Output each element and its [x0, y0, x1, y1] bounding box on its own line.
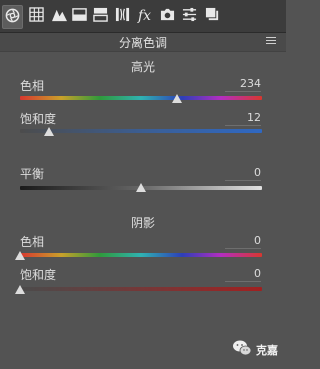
balance-value[interactable]: 0: [254, 166, 261, 179]
tool-lens-corrections[interactable]: [113, 5, 132, 27]
highlights-saturation-track[interactable]: [20, 129, 262, 133]
highlights-title: 高光: [130, 60, 155, 74]
presets-icon: [205, 7, 220, 26]
shadows-hue-track[interactable]: [20, 253, 262, 257]
tool-split-toning[interactable]: [91, 5, 110, 27]
wechat-icon: [232, 339, 252, 361]
highlights-saturation-value-underline: [225, 125, 261, 126]
mountain-icon: [52, 7, 67, 26]
panel-menu-icon[interactable]: [266, 37, 276, 46]
highlights-hue-label: 色相: [20, 79, 45, 93]
toolbar: fx: [0, 0, 286, 33]
shadows-hue-value[interactable]: 0: [254, 234, 261, 247]
shadows-title: 阴影: [130, 216, 155, 230]
highlights-hue-track[interactable]: [20, 96, 262, 100]
highlights-hue-value[interactable]: 234: [240, 77, 261, 90]
split-panel-icon: [72, 7, 87, 26]
shadows-saturation-slider-thumb[interactable]: [15, 285, 25, 294]
grid-icon: [29, 6, 44, 26]
tool-snapshots[interactable]: [203, 5, 222, 27]
shadows-hue-label: 色相: [20, 235, 45, 249]
stacked-bars-icon: [93, 7, 108, 26]
shadows-hue-slider-thumb[interactable]: [15, 251, 25, 260]
shadows-hue-value-underline: [225, 248, 261, 249]
tool-camera-calibration[interactable]: [158, 5, 177, 27]
balance-slider-thumb[interactable]: [136, 183, 146, 192]
aperture-icon: [5, 8, 20, 27]
panel-header: 分离色调: [0, 33, 286, 52]
tool-effects[interactable]: fx: [135, 5, 154, 27]
camera-icon: [160, 7, 175, 26]
balance-label: 平衡: [20, 167, 45, 181]
watermark-text: 克嘉: [256, 344, 278, 357]
lens-icon: [115, 7, 130, 26]
shadows-saturation-value-underline: [225, 281, 261, 282]
highlights-saturation-label: 饱和度: [20, 112, 57, 126]
tool-presets[interactable]: [180, 5, 199, 27]
shadows-saturation-track[interactable]: [20, 287, 262, 291]
highlights-hue-value-underline: [225, 91, 261, 92]
balance-value-underline: [225, 180, 261, 181]
fx-icon: fx: [137, 8, 152, 24]
watermark: 克嘉: [232, 339, 278, 361]
sliders-icon: [182, 7, 197, 26]
shadows-saturation-label: 饱和度: [20, 268, 57, 282]
highlights-hue-slider-thumb[interactable]: [172, 94, 183, 103]
tool-basic[interactable]: [2, 5, 23, 29]
highlights-saturation-value[interactable]: 12: [247, 111, 261, 124]
highlights-saturation-slider-thumb[interactable]: [44, 127, 55, 136]
tool-tone-curve[interactable]: [27, 5, 46, 27]
tool-detail[interactable]: [50, 5, 69, 27]
tool-hsl[interactable]: [70, 5, 89, 27]
panel-title: 分离色调: [118, 36, 167, 50]
shadows-saturation-value[interactable]: 0: [254, 267, 261, 280]
